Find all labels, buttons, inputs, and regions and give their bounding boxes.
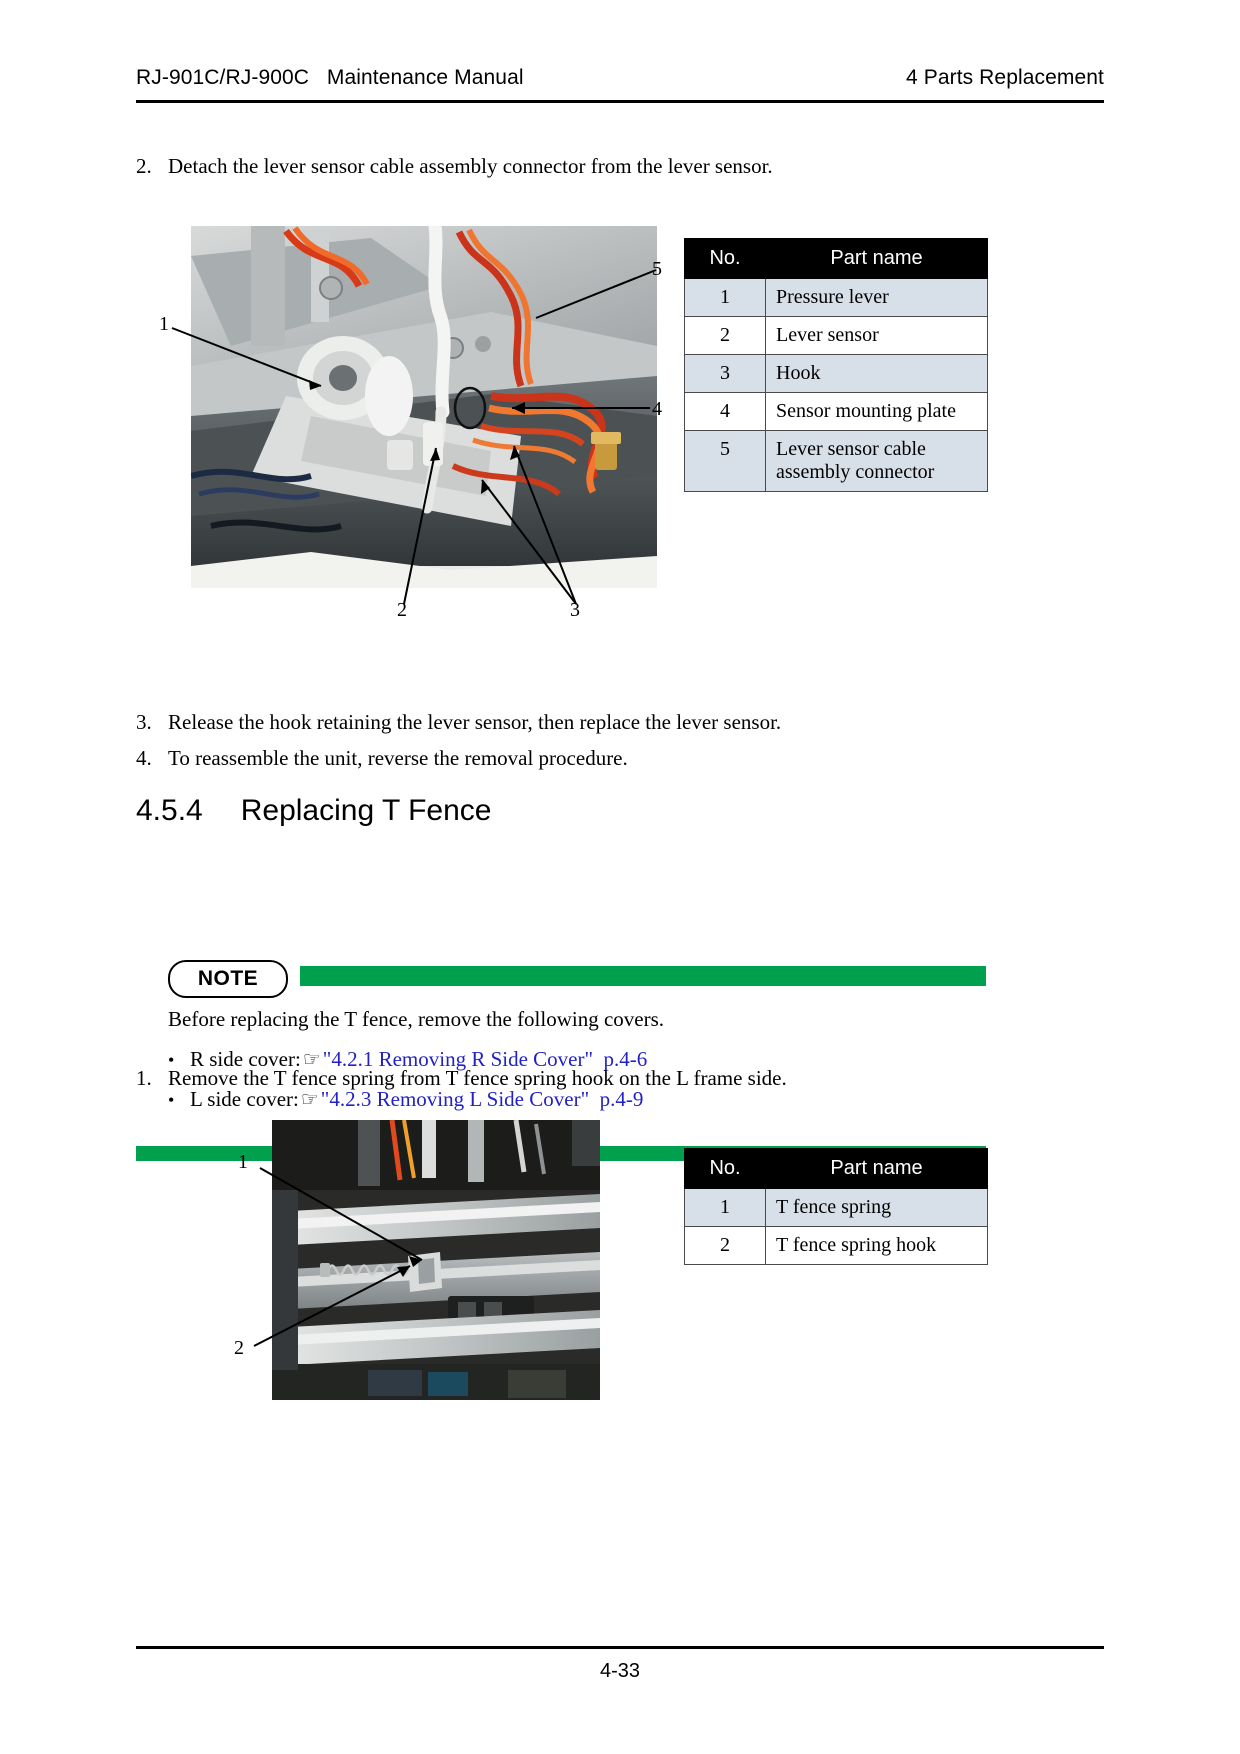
figure-2-callout-2: 2 [234, 1337, 244, 1359]
step-2-text: Detach the lever sensor cable assembly c… [168, 154, 773, 178]
section-number: 4.5.4 [136, 794, 203, 827]
step-4-number: 4. [136, 746, 152, 770]
note-badge: NOTE [168, 960, 288, 998]
figure-1-callout-3: 3 [570, 599, 580, 621]
cell-part-name: T fence spring hook [765, 1226, 988, 1265]
cell-no: 5 [684, 430, 766, 492]
step-3: 3. Release the hook retaining the lever … [136, 708, 996, 736]
step-1-text: Remove the T fence spring from T fence s… [168, 1066, 787, 1090]
section-title: Replacing T Fence [240, 794, 492, 827]
page-number: 4-33 [599, 1660, 641, 1682]
figure-1-callout-5: 5 [652, 258, 662, 280]
note-body: Before replacing the T fence, remove the… [168, 1002, 988, 1116]
step-1-number: 1. [136, 1066, 152, 1090]
figure-1-callout-2: 2 [397, 599, 407, 621]
table-header-row: No. Part name [684, 238, 988, 279]
cell-part-name: Pressure lever [765, 278, 988, 317]
column-header-part-name: Part name [765, 238, 988, 279]
column-header-no: No. [684, 1148, 766, 1189]
cell-no: 1 [684, 278, 766, 317]
table-row: 1 T fence spring [684, 1188, 988, 1227]
cell-part-name: Lever sensor cable assembly connector [765, 430, 988, 492]
section-heading: 4.5.4 Replacing T Fence [136, 794, 491, 828]
footer-divider [136, 1646, 1104, 1649]
header-right-title: 4 Parts Replacement [906, 66, 1104, 89]
step-4: 4. To reassemble the unit, reverse the r… [136, 744, 996, 772]
figure-1-callout-1: 1 [159, 313, 169, 335]
table-row: 2 Lever sensor [684, 316, 988, 355]
table-row: 4 Sensor mounting plate [684, 392, 988, 431]
figure-2-callout-1: 1 [238, 1151, 248, 1173]
cell-part-name: Hook [765, 354, 988, 393]
header-divider [136, 100, 1104, 103]
document-page: RJ-901C/RJ-900C Maintenance Manual 4 Par… [0, 0, 1240, 1754]
note-intro-text: Before replacing the T fence, remove the… [168, 1007, 665, 1031]
cell-no: 4 [684, 392, 766, 431]
step-3-text: Release the hook retaining the lever sen… [168, 710, 782, 734]
column-header-part-name: Part name [765, 1148, 988, 1189]
step-2: 2. Detach the lever sensor cable assembl… [136, 152, 996, 180]
page-header: RJ-901C/RJ-900C Maintenance Manual 4 Par… [136, 66, 1104, 90]
cell-part-name: Lever sensor [765, 316, 988, 355]
table-header-row: No. Part name [684, 1148, 988, 1189]
cell-no: 3 [684, 354, 766, 393]
step-3-number: 3. [136, 710, 152, 734]
table-row: 1 Pressure lever [684, 278, 988, 317]
step-4-text: To reassemble the unit, reverse the remo… [168, 746, 628, 770]
cell-part-name: Sensor mounting plate [765, 392, 988, 431]
table-row: 3 Hook [684, 354, 988, 393]
cell-part-name: T fence spring [765, 1188, 988, 1227]
figure-1-callout-lines [171, 269, 657, 605]
cell-no: 2 [684, 1226, 766, 1265]
column-header-no: No. [684, 238, 766, 279]
figure-1-parts-table: No. Part name 1 Pressure lever 2 Lever s… [684, 238, 988, 492]
figure-2-parts-table: No. Part name 1 T fence spring 2 T fence… [684, 1148, 988, 1265]
figure-2-callout-lines [253, 1167, 423, 1347]
table-row: 5 Lever sensor cable assembly connector [684, 430, 988, 492]
note-bar-top [300, 966, 986, 986]
cell-no: 1 [684, 1188, 766, 1227]
figure-1-callout-4: 4 [652, 398, 662, 420]
cell-no: 2 [684, 316, 766, 355]
step-1-t-fence: 1. Remove the T fence spring from T fenc… [136, 1064, 996, 1092]
bullet-dot-icon: • [168, 1090, 175, 1111]
table-row: 2 T fence spring hook [684, 1226, 988, 1265]
header-left-title: RJ-901C/RJ-900C Maintenance Manual [136, 66, 524, 89]
step-2-number: 2. [136, 154, 152, 178]
